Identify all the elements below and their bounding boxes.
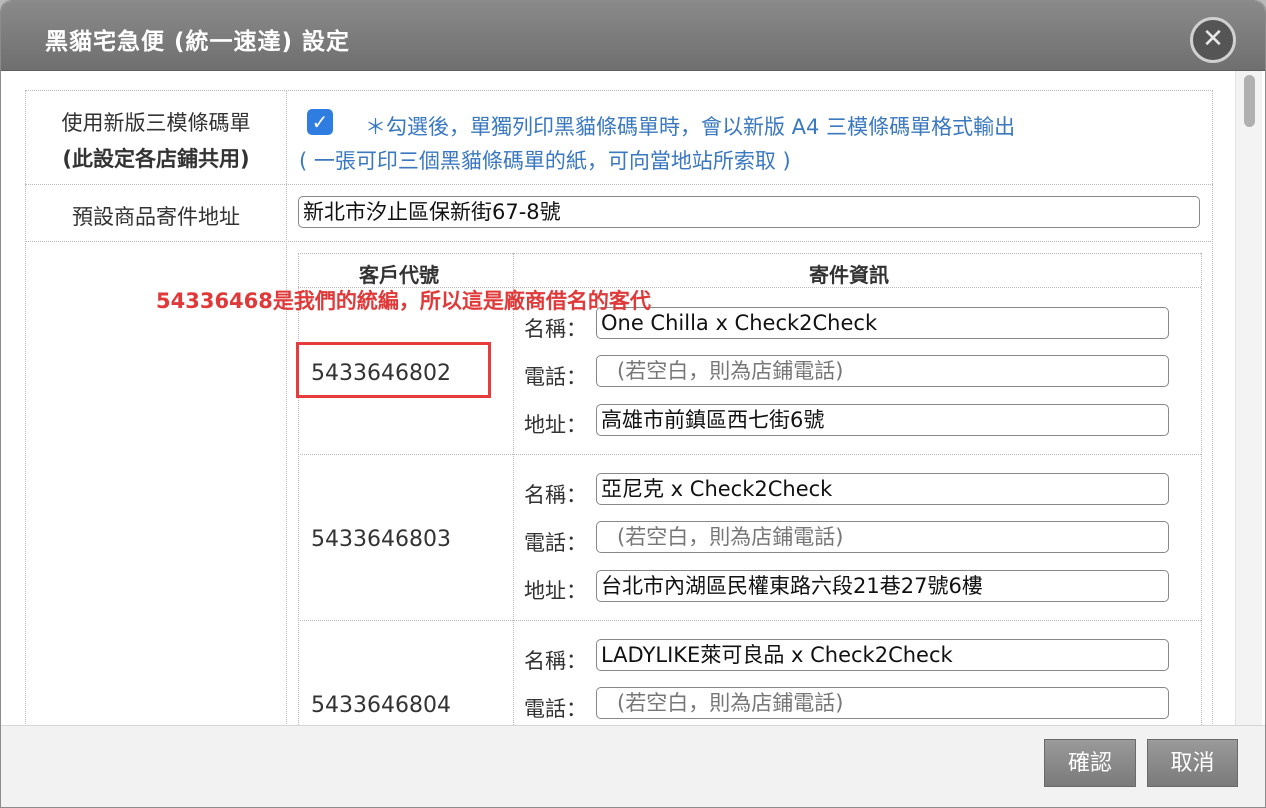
address-label: 地址： [524, 413, 587, 437]
settings-dialog: 黑貓宅急便 (統一速達) 設定 ✕ 使用新版三模條碼單 (此設定各店鋪共用) ✓… [0, 0, 1266, 808]
barcode-checkbox[interactable]: ✓ [307, 109, 333, 135]
inner-table-left [298, 253, 299, 725]
sender-address-input[interactable]: 高雄市前鎮區西七街6號 [596, 404, 1169, 436]
name-label: 名稱： [524, 483, 587, 507]
sender-phone-input[interactable]: (若空白，則為店鋪電話) [596, 521, 1169, 553]
dialog-content: 使用新版三模條碼單 (此設定各店鋪共用) ✓ ＊勾選後，單獨列印黑貓條碼單時，會… [1, 71, 1265, 725]
phone-label: 電話： [524, 531, 587, 555]
customer-code: 5433646803 [311, 527, 451, 552]
dialog-titlebar: 黑貓宅急便 (統一速達) 設定 ✕ [1, 1, 1265, 71]
annotation-highlight-box [296, 342, 491, 398]
scrollbar-thumb[interactable] [1244, 75, 1255, 127]
dialog-footer: 確認 取消 [1, 725, 1265, 807]
column-divider [286, 90, 287, 725]
row-divider [25, 241, 1213, 242]
barcode-setting-label: 使用新版三模條碼單 (此設定各店鋪共用) [31, 107, 281, 173]
name-label: 名稱： [524, 649, 587, 673]
vertical-scrollbar[interactable] [1235, 71, 1262, 725]
header-sender-info: 寄件資訊 [809, 263, 889, 287]
sender-name-input[interactable]: LADYLIKE萊可良品 x Check2Check [596, 639, 1169, 671]
row-divider [25, 184, 1213, 185]
default-address-label: 預設商品寄件地址 [72, 205, 240, 229]
header-customer-code: 客戶代號 [359, 263, 439, 287]
annotation-note: 54336468是我們的統編，所以這是廠商借名的客代 [156, 289, 651, 313]
name-label: 名稱： [524, 317, 587, 341]
sender-phone-input[interactable]: (若空白，則為店鋪電話) [596, 355, 1169, 387]
customer-code: 5433646804 [311, 693, 451, 718]
inner-row-divider [298, 454, 1201, 455]
barcode-label-line2: (此設定各店鋪共用) [62, 147, 250, 171]
inner-table-top [298, 253, 1201, 254]
phone-label: 電話： [524, 697, 587, 721]
default-address-input[interactable]: 新北市汐止區保新街67-8號 [298, 196, 1200, 228]
barcode-label-line1: 使用新版三模條碼單 [61, 111, 251, 135]
cancel-button[interactable]: 取消 [1147, 739, 1238, 787]
inner-row-divider [298, 620, 1201, 621]
inner-table-divider [513, 253, 514, 725]
phone-label: 電話： [524, 365, 587, 389]
sender-phone-input[interactable]: (若空白，則為店鋪電話) [596, 687, 1169, 719]
inner-table-right [1201, 253, 1202, 725]
dialog-title: 黑貓宅急便 (統一速達) 設定 [45, 29, 351, 55]
sender-address-input[interactable]: 台北市內湖區民權東路六段21巷27號6樓 [596, 570, 1169, 602]
close-icon[interactable]: ✕ [1190, 17, 1236, 63]
address-label: 地址： [524, 579, 587, 603]
sender-name-input[interactable]: One Chilla x Check2Check [596, 307, 1169, 339]
confirm-button[interactable]: 確認 [1044, 739, 1136, 787]
barcode-hint-line2: ( 一張可印三個黑貓條碼單的紙，可向當地站所索取 ) [299, 149, 791, 173]
barcode-hint-line1: ＊勾選後，單獨列印黑貓條碼單時，會以新版 A4 三模條碼單格式輸出 [365, 115, 1016, 139]
sender-name-input[interactable]: 亞尼克 x Check2Check [596, 473, 1169, 505]
